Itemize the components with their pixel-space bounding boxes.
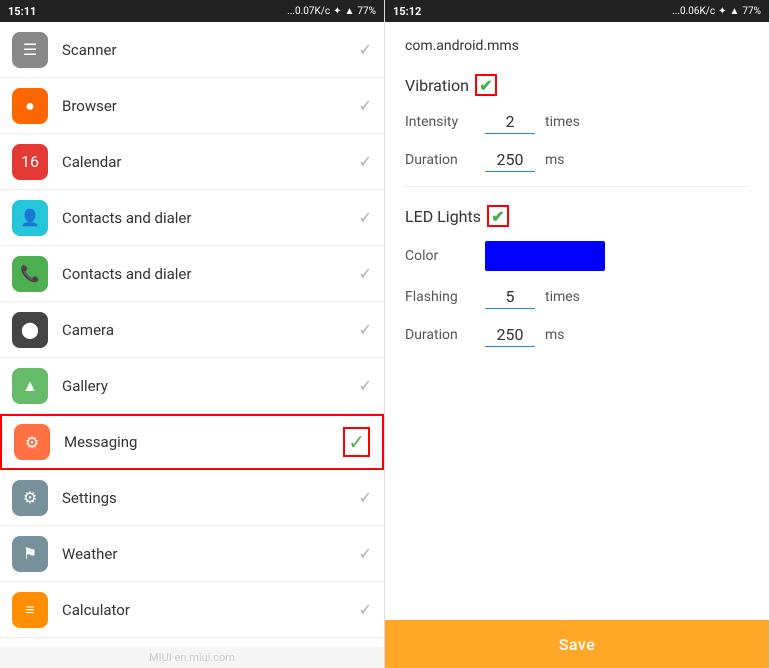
app-name-camera: Camera <box>62 321 359 339</box>
app-check-settings: ✓ <box>359 488 372 507</box>
app-name-contacts-dialer2: Contacts and dialer <box>62 265 359 283</box>
app-name-calculator: Calculator <box>62 601 359 619</box>
left-status-bar: 15:11 ...0.07K/c ✦ ▲ 77% <box>0 0 384 22</box>
app-name-scanner: Scanner <box>62 41 359 59</box>
left-battery: 77% <box>357 6 376 17</box>
app-name-calendar: Calendar <box>62 153 359 171</box>
intensity-row: Intensity 2 times <box>405 110 749 134</box>
intensity-label: Intensity <box>405 114 475 130</box>
app-item-settings[interactable]: ⚙ Settings✓ <box>0 470 384 526</box>
right-status-icons: ...0.06K/c ✦ ▲ 77% <box>672 6 761 17</box>
app-item-calendar[interactable]: 16 Calendar✓ <box>0 134 384 190</box>
led-duration-value[interactable]: 250 <box>485 323 535 347</box>
vibration-duration-unit: ms <box>545 152 565 168</box>
vibration-duration-value[interactable]: 250 <box>485 148 535 172</box>
left-panel: 15:11 ...0.07K/c ✦ ▲ 77% ☰Scanner✓●Brows… <box>0 0 385 668</box>
left-time: 15:11 <box>8 5 36 18</box>
package-name: com.android.mms <box>405 38 749 54</box>
app-icon-contacts-dialer1: 👤 <box>12 200 48 236</box>
led-duration-row: Duration 250 ms <box>405 323 749 347</box>
app-item-weather[interactable]: ⚑ Weather✓ <box>0 526 384 582</box>
app-check-calculator: ✓ <box>359 600 372 619</box>
app-icon-gallery: ▲ <box>12 368 48 404</box>
app-item-clock[interactable]: ◷Clock✓ <box>0 638 384 647</box>
vibration-duration-label: Duration <box>405 152 475 168</box>
app-name-weather: Weather <box>62 545 359 563</box>
vibration-section-title: Vibration ✔ <box>405 74 749 96</box>
app-name-gallery: Gallery <box>62 377 359 395</box>
flashing-value[interactable]: 5 <box>485 285 535 309</box>
app-check-camera: ✓ <box>359 320 372 339</box>
app-item-calculator[interactable]: ≡ Calculator✓ <box>0 582 384 638</box>
right-time: 15:12 <box>393 5 421 18</box>
app-icon-settings: ⚙ <box>12 480 48 516</box>
led-section-title: LED Lights ✔ <box>405 205 749 227</box>
right-wifi-icon: ▲ <box>730 6 740 17</box>
app-icon-calendar: 16 <box>12 144 48 180</box>
save-button[interactable]: Save <box>385 620 769 668</box>
app-item-gallery[interactable]: ▲ Gallery✓ <box>0 358 384 414</box>
left-watermark: MIUI en.miui.com <box>0 647 384 668</box>
app-item-camera[interactable]: ⬤ Camera✓ <box>0 302 384 358</box>
app-icon-scanner: ☰ <box>12 32 48 68</box>
app-name-messaging: Messaging <box>64 433 343 451</box>
led-checkbox[interactable]: ✔ <box>487 205 509 227</box>
left-status-icons: ...0.07K/c ✦ ▲ 77% <box>287 6 376 17</box>
app-check-contacts-dialer1: ✓ <box>359 208 372 227</box>
app-item-contacts-dialer1[interactable]: 👤 Contacts and dialer✓ <box>0 190 384 246</box>
flashing-unit: times <box>545 289 580 305</box>
app-icon-browser: ● <box>12 88 48 124</box>
intensity-unit: times <box>545 114 580 130</box>
app-name-contacts-dialer1: Contacts and dialer <box>62 209 359 227</box>
app-check-gallery: ✓ <box>359 376 372 395</box>
right-content: com.android.mms Vibration ✔ Intensity 2 … <box>385 22 769 620</box>
app-check-messaging: ✓ <box>343 427 370 457</box>
led-duration-label: Duration <box>405 327 475 343</box>
flashing-row: Flashing 5 times <box>405 285 749 309</box>
right-battery: 77% <box>742 6 761 17</box>
app-item-messaging[interactable]: ⚙ Messaging✓ <box>0 414 384 470</box>
app-list: ☰Scanner✓●Browser✓16Calendar✓👤Contacts a… <box>0 22 384 647</box>
app-icon-contacts-dialer2: 📞 <box>12 256 48 292</box>
app-icon-camera: ⬤ <box>12 312 48 348</box>
app-check-contacts-dialer2: ✓ <box>359 264 372 283</box>
color-label: Color <box>405 248 475 264</box>
section-divider <box>405 186 749 187</box>
app-icon-calculator: ≡ <box>12 592 48 628</box>
app-check-weather: ✓ <box>359 544 372 563</box>
app-check-browser: ✓ <box>359 96 372 115</box>
color-swatch[interactable] <box>485 241 605 271</box>
right-status-bar: 15:12 ...0.06K/c ✦ ▲ 77% <box>385 0 769 22</box>
app-item-contacts-dialer2[interactable]: 📞 Contacts and dialer✓ <box>0 246 384 302</box>
led-duration-unit: ms <box>545 327 565 343</box>
vibration-duration-row: Duration 250 ms <box>405 148 749 172</box>
right-panel: 15:12 ...0.06K/c ✦ ▲ 77% com.android.mms… <box>385 0 770 668</box>
app-check-calendar: ✓ <box>359 152 372 171</box>
app-icon-weather: ⚑ <box>12 536 48 572</box>
flashing-label: Flashing <box>405 289 475 305</box>
app-name-settings: Settings <box>62 489 359 507</box>
right-bluetooth-icon: ✦ <box>718 6 726 17</box>
left-wifi-icon: ▲ <box>345 6 355 17</box>
app-item-scanner[interactable]: ☰ Scanner✓ <box>0 22 384 78</box>
left-network: ...0.07K/c <box>287 6 330 17</box>
app-item-browser[interactable]: ● Browser✓ <box>0 78 384 134</box>
app-icon-messaging: ⚙ <box>14 424 50 460</box>
app-check-scanner: ✓ <box>359 40 372 59</box>
left-bluetooth-icon: ✦ <box>333 6 341 17</box>
color-row: Color <box>405 241 749 271</box>
right-network: ...0.06K/c <box>672 6 715 17</box>
vibration-checkbox[interactable]: ✔ <box>475 74 497 96</box>
intensity-value[interactable]: 2 <box>485 110 535 134</box>
app-name-browser: Browser <box>62 97 359 115</box>
